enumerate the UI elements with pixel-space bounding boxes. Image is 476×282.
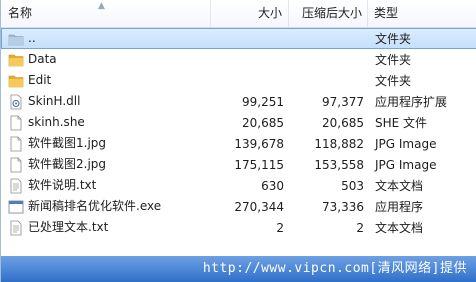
folder-icon: [8, 73, 24, 89]
file-compressed-size: 153,558: [314, 158, 364, 172]
file-compressed-size: [290, 71, 369, 90]
file-compressed-size: 2: [356, 221, 364, 235]
file-compressed-size: 503: [341, 179, 364, 193]
file-name-cell: ..: [2, 29, 212, 48]
file-name-cell: 软件说明.txt: [2, 176, 212, 195]
file-row[interactable]: .. 文件夹: [1, 28, 476, 49]
file-type: 文件夹: [375, 32, 412, 46]
file-compressed-size: 97,377: [322, 95, 364, 109]
file-name-cell: SkinH.dll: [2, 92, 212, 111]
column-header-name-label: 名称: [8, 6, 33, 20]
file-row[interactable]: 新闻稿排名优化软件.exe 270,344 73,336 应用程序: [1, 196, 476, 217]
file-row[interactable]: SkinH.dll 99,251 97,377 应用程序扩展: [1, 91, 476, 112]
file-name: 软件说明.txt: [28, 178, 97, 192]
sort-ascending-icon: ▲: [98, 1, 105, 11]
column-header-name[interactable]: 名称 ▲: [1, 0, 211, 27]
file-name: 软件截图1.jpg: [28, 136, 107, 150]
file-row[interactable]: Edit 文件夹: [1, 70, 476, 91]
file-size: 2: [276, 221, 284, 235]
file-name: 软件截图2.jpg: [28, 157, 107, 171]
file-name: SkinH.dll: [28, 94, 81, 108]
file-size: [212, 50, 290, 69]
file-name: skinh.she: [28, 115, 85, 129]
column-header-type[interactable]: 类型: [368, 0, 476, 27]
column-header-compressed-size-label: 压缩后大小: [301, 6, 362, 20]
file-name-cell: 软件截图1.jpg: [2, 134, 212, 153]
blank-file-icon: [8, 115, 24, 131]
file-size: 99,251: [242, 95, 284, 109]
file-type: 文件夹: [375, 53, 412, 67]
file-type: JPG Image: [375, 158, 437, 172]
exe-file-icon: [8, 199, 24, 215]
file-compressed-size: 118,882: [314, 137, 364, 151]
file-name-cell: skinh.she: [2, 113, 212, 132]
file-size: [212, 29, 290, 48]
file-size: 139,678: [234, 137, 284, 151]
file-size: 175,115: [234, 158, 284, 172]
file-size: 270,344: [234, 200, 284, 214]
blank-file-icon: [8, 157, 24, 173]
file-name-cell: Edit: [2, 71, 212, 90]
file-name: 新闻稿排名优化软件.exe: [28, 199, 162, 213]
file-name: 已处理文本.txt: [28, 220, 109, 234]
file-type: 文本文档: [375, 221, 424, 235]
folder-icon: [8, 52, 24, 68]
file-name: ..: [28, 31, 36, 45]
blank-file-icon: [8, 136, 24, 152]
file-name-cell: Data: [2, 50, 212, 69]
file-compressed-size: [290, 29, 369, 48]
column-header-size[interactable]: 大小: [211, 0, 289, 27]
column-header: 名称 ▲ 大小 压缩后大小 类型: [1, 0, 476, 28]
file-compressed-size: 73,336: [322, 200, 364, 214]
file-row[interactable]: 已处理文本.txt 2 2 文本文档: [1, 217, 476, 238]
file-size: 630: [261, 179, 284, 193]
file-row[interactable]: 软件截图1.jpg 139,678 118,882 JPG Image: [1, 133, 476, 154]
text-file-icon: [8, 178, 24, 194]
watermark-banner: http://www.vipcn.com[清风网络]提供: [1, 256, 476, 282]
file-row[interactable]: skinh.she 20,685 20,685 SHE 文件: [1, 112, 476, 133]
file-type: JPG Image: [375, 137, 437, 151]
file-name-cell: 软件截图2.jpg: [2, 155, 212, 174]
file-name: Edit: [28, 73, 52, 87]
file-type: 应用程序: [375, 200, 424, 214]
text-file-icon: [8, 220, 24, 236]
dll-file-icon: [8, 94, 24, 110]
file-list: .. 文件夹 Data 文件夹 Edit 文件夹 SkinH.dll 99,251 97,377…: [1, 28, 476, 238]
file-type: SHE 文件: [375, 116, 428, 130]
file-row[interactable]: 软件说明.txt 630 503 文本文档: [1, 175, 476, 196]
file-type: 文件夹: [375, 74, 412, 88]
watermark-text: http://www.vipcn.com[清风网络]提供: [202, 261, 467, 276]
file-row[interactable]: Data 文件夹: [1, 49, 476, 70]
file-size: [212, 71, 290, 90]
file-compressed-size: 20,685: [322, 116, 364, 130]
file-name-cell: 新闻稿排名优化软件.exe: [2, 197, 212, 216]
file-size: 20,685: [242, 116, 284, 130]
file-name-cell: 已处理文本.txt: [2, 218, 212, 237]
file-name: Data: [28, 52, 57, 66]
column-header-type-label: 类型: [374, 6, 399, 20]
file-type: 文本文档: [375, 179, 424, 193]
file-row[interactable]: 软件截图2.jpg 175,115 153,558 JPG Image: [1, 154, 476, 175]
archive-file-list-window: 名称 ▲ 大小 压缩后大小 类型 .. 文件夹 Data 文件夹 Edit 文件夹 Skin…: [0, 0, 476, 282]
file-type: 应用程序扩展: [375, 95, 448, 109]
column-header-compressed-size[interactable]: 压缩后大小: [289, 0, 368, 27]
file-compressed-size: [290, 50, 369, 69]
column-header-size-label: 大小: [257, 6, 282, 20]
folder-up-icon: [8, 31, 24, 47]
